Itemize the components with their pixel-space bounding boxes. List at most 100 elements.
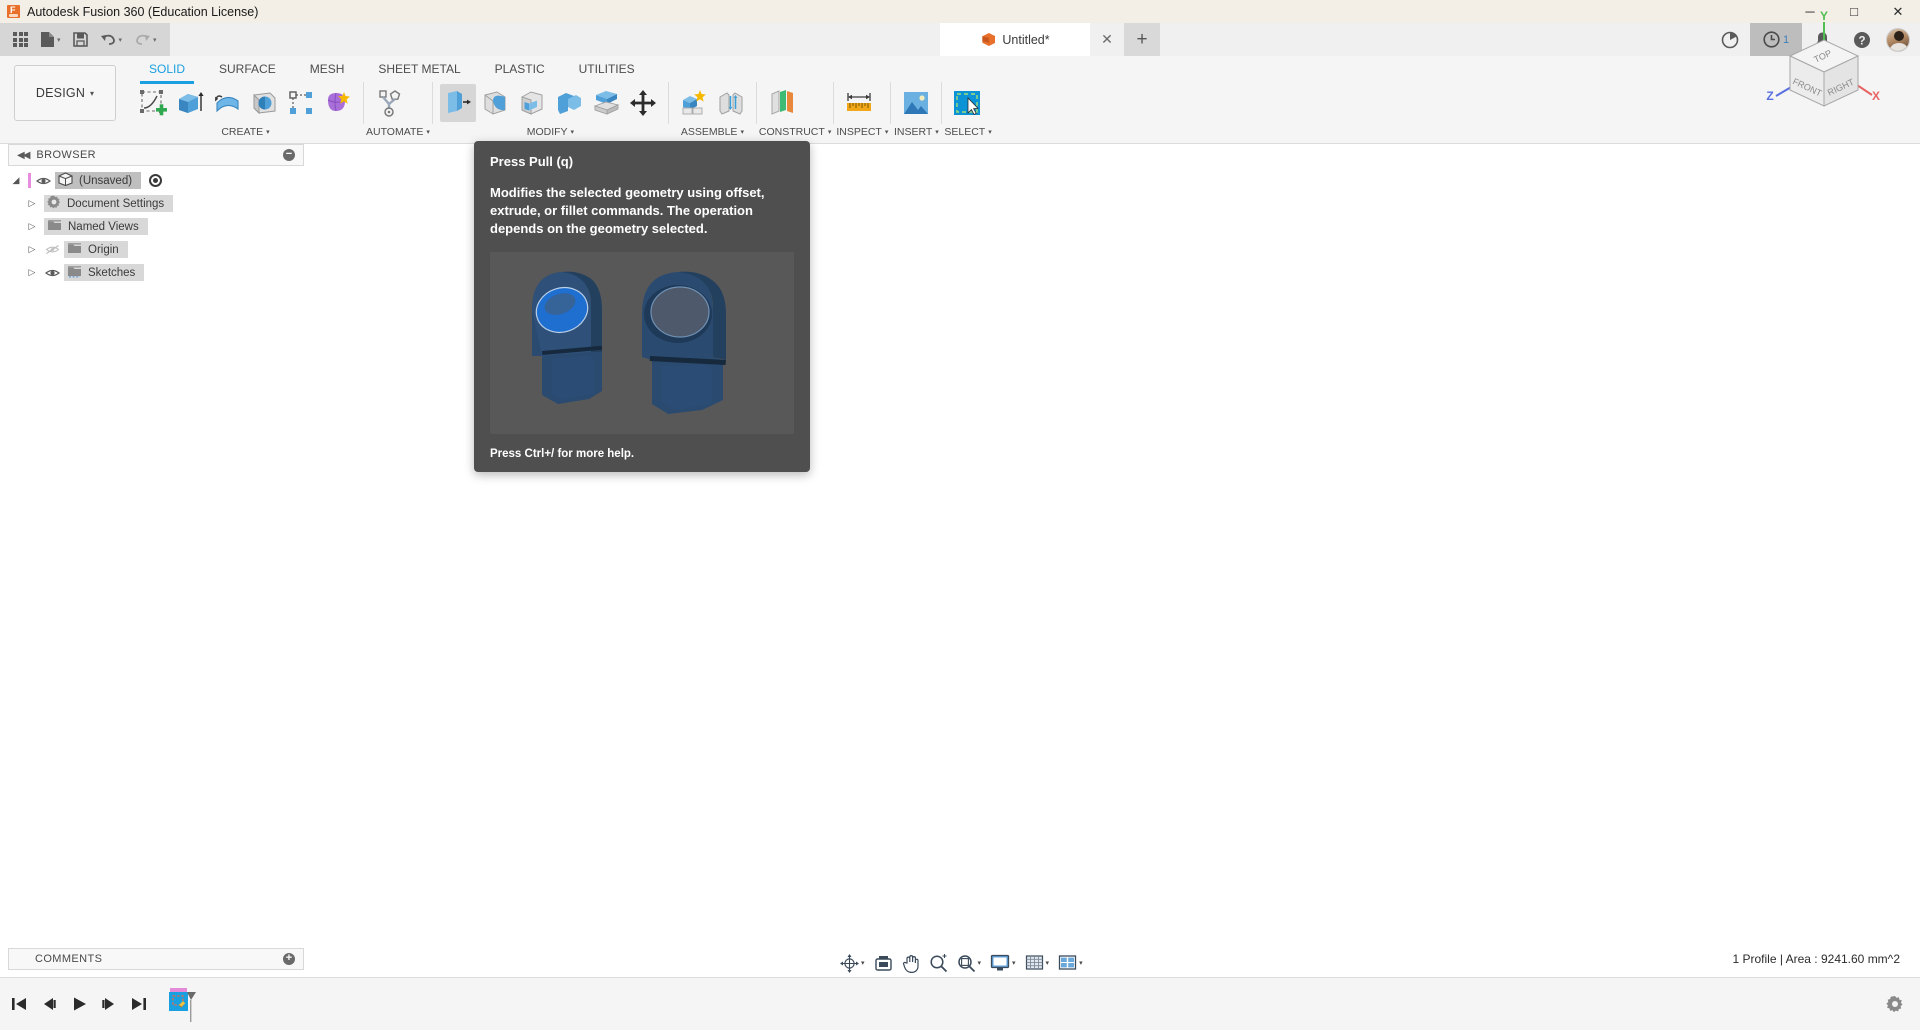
close-button[interactable]: ✕ <box>1876 0 1920 23</box>
panel-label: AUTOMATE <box>366 126 424 138</box>
split-face-icon[interactable] <box>588 84 624 122</box>
tab-plastic[interactable]: PLASTIC <box>478 58 562 80</box>
extensions-icon[interactable] <box>1710 23 1750 56</box>
panel-title-automate[interactable]: AUTOMATE ▾ <box>366 124 430 140</box>
play-icon[interactable] <box>66 991 92 1017</box>
user-avatar[interactable] <box>1886 27 1910 52</box>
browser-header[interactable]: ◀◀ BROWSER − <box>8 144 304 166</box>
sketch-feature-node[interactable] <box>166 987 196 1022</box>
sweep-icon[interactable] <box>246 84 282 122</box>
panel-label: INSPECT <box>836 126 882 138</box>
press-pull-icon[interactable] <box>439 84 476 122</box>
new-tab-button[interactable]: + <box>1124 23 1160 56</box>
view-cube[interactable]: Y Z X TOP FRONT RIGHT <box>1762 8 1882 126</box>
visibility-eye-icon[interactable] <box>44 266 60 280</box>
combine-icon[interactable] <box>551 84 587 122</box>
minimize-icon[interactable]: − <box>283 149 295 161</box>
chevron-down-icon: ▾ <box>884 129 889 136</box>
tab-sheet-metal[interactable]: SHEET METAL <box>361 58 477 80</box>
new-component-icon[interactable] <box>676 84 712 122</box>
grid-snaps-icon[interactable]: ▾ <box>1021 950 1054 976</box>
activate-component-radio[interactable] <box>149 174 163 187</box>
panel-title-create[interactable]: CREATE ▾ <box>130 124 361 140</box>
visibility-eye-hidden-icon[interactable] <box>44 243 60 257</box>
panel-title-select[interactable]: SELECT ▾ <box>944 124 991 140</box>
app-grid-icon[interactable] <box>8 27 33 53</box>
shell-icon[interactable] <box>514 84 550 122</box>
tree-node-chip[interactable]: (Unsaved) <box>55 172 142 189</box>
zoom-icon[interactable] <box>925 950 952 976</box>
fit-icon[interactable]: ▾ <box>953 950 986 976</box>
tab-surface[interactable]: SURFACE <box>202 58 293 80</box>
tab-utilities[interactable]: UTILITIES <box>562 58 652 80</box>
axis-label-y: Y <box>1820 9 1828 23</box>
revolve-icon[interactable] <box>209 84 245 122</box>
save-icon[interactable] <box>68 27 93 53</box>
display-settings-icon[interactable]: ▾ <box>986 950 1020 976</box>
step-back-icon[interactable] <box>36 991 62 1017</box>
panel-label: MODIFY <box>526 126 568 138</box>
expand-arrow-icon[interactable]: ▷ <box>24 244 40 255</box>
appbar-left-group: ▾ ▾ ▾ <box>0 23 170 56</box>
comments-panel[interactable]: COMMENTS + <box>8 948 304 970</box>
move-copy-icon[interactable] <box>625 84 661 122</box>
create-sketch-icon[interactable] <box>135 84 171 122</box>
tab-solid[interactable]: SOLID <box>132 58 202 84</box>
panel-automate: AUTOMATE ▾ <box>366 82 430 144</box>
fillet-icon[interactable] <box>477 84 513 122</box>
workspace-selector[interactable]: DESIGN ▾ <box>14 65 116 121</box>
undo-arrow-icon[interactable]: ▾ <box>95 27 128 53</box>
tree-node-origin[interactable]: ▷ Origin <box>8 238 304 261</box>
insert-image-icon[interactable] <box>898 84 934 122</box>
close-icon: ✕ <box>1101 31 1113 47</box>
orbit-icon[interactable]: ▾ <box>836 950 869 976</box>
pattern-icon[interactable] <box>283 84 319 122</box>
command-tooltip: Press Pull (q) Modifies the selected geo… <box>474 141 810 472</box>
add-comment-button[interactable]: + <box>283 953 295 965</box>
pan-hand-icon[interactable] <box>898 950 924 976</box>
expand-arrow-icon[interactable]: ▷ <box>24 221 40 232</box>
extrude-icon[interactable] <box>172 84 208 122</box>
panel-title-assemble[interactable]: ASSEMBLE ▾ <box>671 124 754 140</box>
new-document-icon[interactable]: ▾ <box>35 27 66 53</box>
window-title: Autodesk Fusion 360 (Education License) <box>27 4 259 19</box>
automate-topology-icon[interactable] <box>371 84 407 122</box>
panel-title-insert[interactable]: INSERT ▾ <box>893 124 939 140</box>
document-tab-close-button[interactable]: ✕ <box>1090 23 1124 56</box>
folder-icon <box>47 219 62 235</box>
panel-select: SELECT ▾ <box>944 82 992 144</box>
measure-ruler-icon[interactable] <box>841 84 877 122</box>
component-color-bar <box>28 173 31 188</box>
tree-node-chip[interactable]: Origin <box>64 241 128 258</box>
create-form-icon[interactable] <box>320 84 356 122</box>
tree-node-chip[interactable]: Sketches <box>64 264 145 281</box>
panel-title-modify[interactable]: MODIFY ▾ <box>435 124 666 140</box>
folder-sketch-icon <box>67 265 82 281</box>
tree-node-document-settings[interactable]: ▷ Document Settings <box>8 192 304 215</box>
tree-node-chip[interactable]: Named Views <box>44 218 148 235</box>
tree-node-named-views[interactable]: ▷ Named Views <box>8 215 304 238</box>
jump-to-end-icon[interactable] <box>126 991 152 1017</box>
expand-arrow-icon[interactable]: ◢ <box>8 175 24 186</box>
expand-arrow-icon[interactable]: ▷ <box>24 267 40 278</box>
jump-to-beginning-icon[interactable] <box>6 991 32 1017</box>
document-tab-untitled[interactable]: Untitled* <box>940 23 1090 56</box>
panel-title-construct[interactable]: CONSTRUCT ▾ <box>759 124 831 140</box>
visibility-eye-icon[interactable] <box>35 174 51 188</box>
timeline-settings-gear-icon[interactable] <box>1884 993 1906 1015</box>
tree-node-unsaved[interactable]: ◢ (Unsaved) <box>8 169 304 192</box>
panel-title-inspect[interactable]: INSPECT ▾ <box>836 124 888 140</box>
offset-plane-icon[interactable] <box>764 84 800 122</box>
select-cursor-icon[interactable] <box>949 84 985 122</box>
tree-node-chip[interactable]: Document Settings <box>44 195 174 212</box>
tree-node-sketches[interactable]: ▷ Sketches <box>8 261 304 284</box>
viewports-icon[interactable]: ▾ <box>1054 950 1087 976</box>
collapse-panel-icon[interactable]: ◀◀ <box>17 150 30 161</box>
look-at-icon[interactable] <box>870 950 897 976</box>
redo-arrow-icon[interactable]: ▾ <box>129 27 162 53</box>
tab-mesh[interactable]: MESH <box>293 58 362 80</box>
expand-arrow-icon[interactable]: ▷ <box>24 198 40 209</box>
joint-icon[interactable] <box>713 84 749 122</box>
panel-label: CREATE <box>221 126 264 138</box>
step-forward-icon[interactable] <box>96 991 122 1017</box>
